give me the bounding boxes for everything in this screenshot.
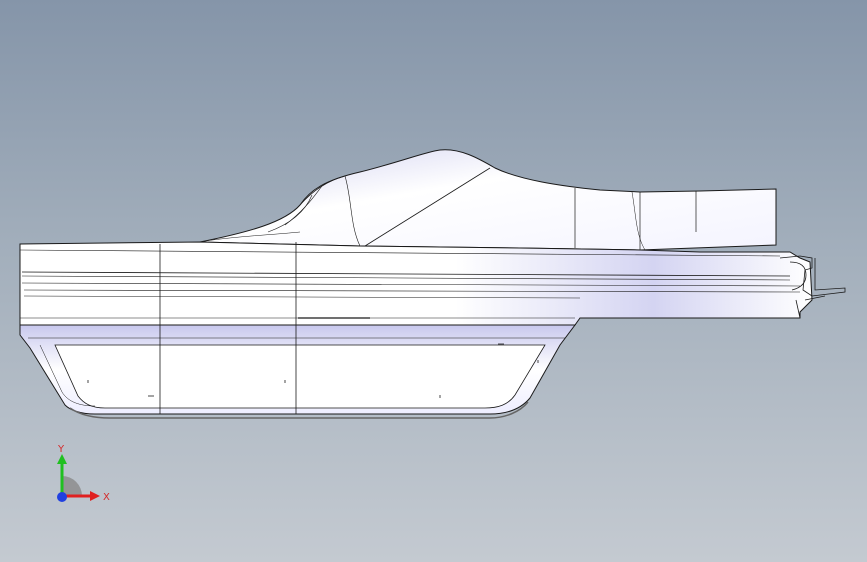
upper-hump-surface — [199, 149, 777, 251]
y-axis-arrow — [57, 454, 67, 464]
graphics-viewport[interactable]: Y X — [0, 0, 867, 562]
cad-part-model[interactable] — [0, 0, 867, 562]
z-axis-dot — [57, 492, 67, 502]
coordinate-triad: Y X — [57, 444, 110, 503]
y-axis-label: Y — [57, 444, 65, 455]
x-axis-label: X — [103, 492, 110, 503]
tray-inner-outline — [54, 344, 546, 409]
x-axis-arrow — [90, 491, 100, 501]
